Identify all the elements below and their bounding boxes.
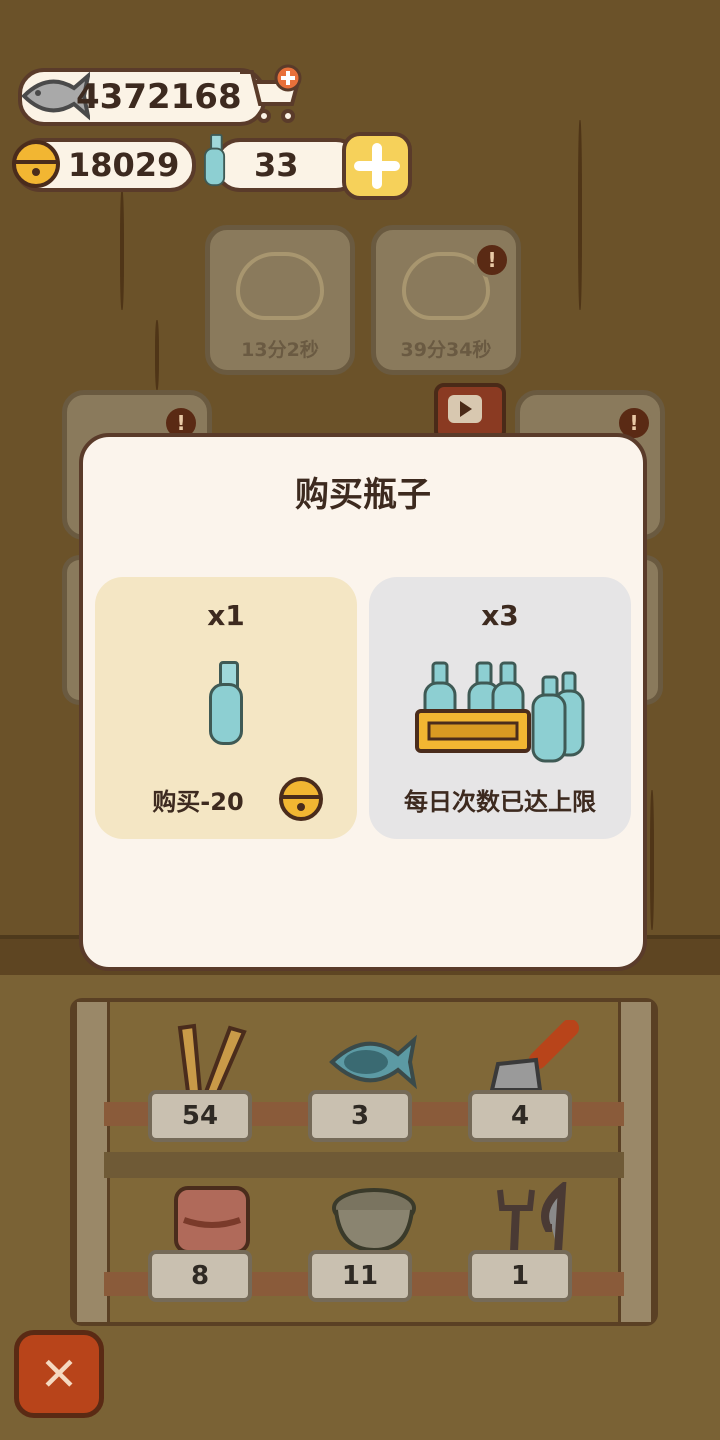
bowl-icon [332,1188,416,1253]
bottle-icon [204,134,226,187]
add-bottles-button[interactable] [342,132,412,200]
buy-bottles-dialog: 购买瓶子 x1 购买-20 x3 每日次数已达上限 [79,433,647,971]
bottle-icon [209,661,243,747]
close-icon: ✕ [39,1347,79,1401]
fish-counter: 4372168 [18,68,266,126]
buy-one-bottle-option[interactable]: x1 购买-20 [95,577,357,839]
daily-limit-reached-label: 每日次数已达上限 [404,788,596,816]
wall-crack [650,790,654,930]
item-count[interactable]: 3 [308,1090,412,1142]
cat-face-icon [236,252,324,320]
item-count[interactable]: 54 [148,1090,252,1142]
cat-slot-timer: 13分2秒 [241,339,319,361]
bottle-count: 33 [254,146,299,184]
wall-crack [120,190,124,310]
fish-toy-icon [329,1034,417,1090]
wall-crack [578,120,582,310]
utensils-icon [497,1182,567,1253]
dialog-title: 购买瓶子 [295,475,431,515]
item-count[interactable]: 11 [308,1250,412,1302]
item-count[interactable]: 4 [468,1090,572,1142]
shop-cart-button[interactable] [238,64,304,124]
option-quantity: x1 [207,599,245,632]
play-icon [448,395,482,423]
cat-slot[interactable]: 39分34秒 ! [371,225,521,375]
brush-icon [177,1023,247,1094]
close-button[interactable]: ✕ [14,1330,104,1418]
option-quantity: x3 [481,599,519,632]
bell-counter: 18029 [12,138,196,192]
fish-count: 4372168 [76,77,242,117]
cat-slot[interactable]: 13分2秒 [205,225,355,375]
bell-icon [279,777,323,821]
cart-icon [240,64,302,123]
buy-three-bottles-option: x3 每日次数已达上限 [369,577,631,839]
cat-slot-timer: 39分34秒 [400,339,492,361]
bottle-crate-icon [415,661,585,763]
alert-icon: ! [474,242,510,278]
bottle-counter: 33 [214,138,362,192]
towel-icon [174,1186,250,1254]
item-count[interactable]: 8 [148,1250,252,1302]
bell-icon [12,140,60,188]
scoop-icon [489,1020,579,1092]
plus-icon [354,143,400,189]
shelf-divider [104,1152,624,1178]
bell-count: 18029 [68,146,180,184]
item-count[interactable]: 1 [468,1250,572,1302]
wall-crack [155,320,159,390]
